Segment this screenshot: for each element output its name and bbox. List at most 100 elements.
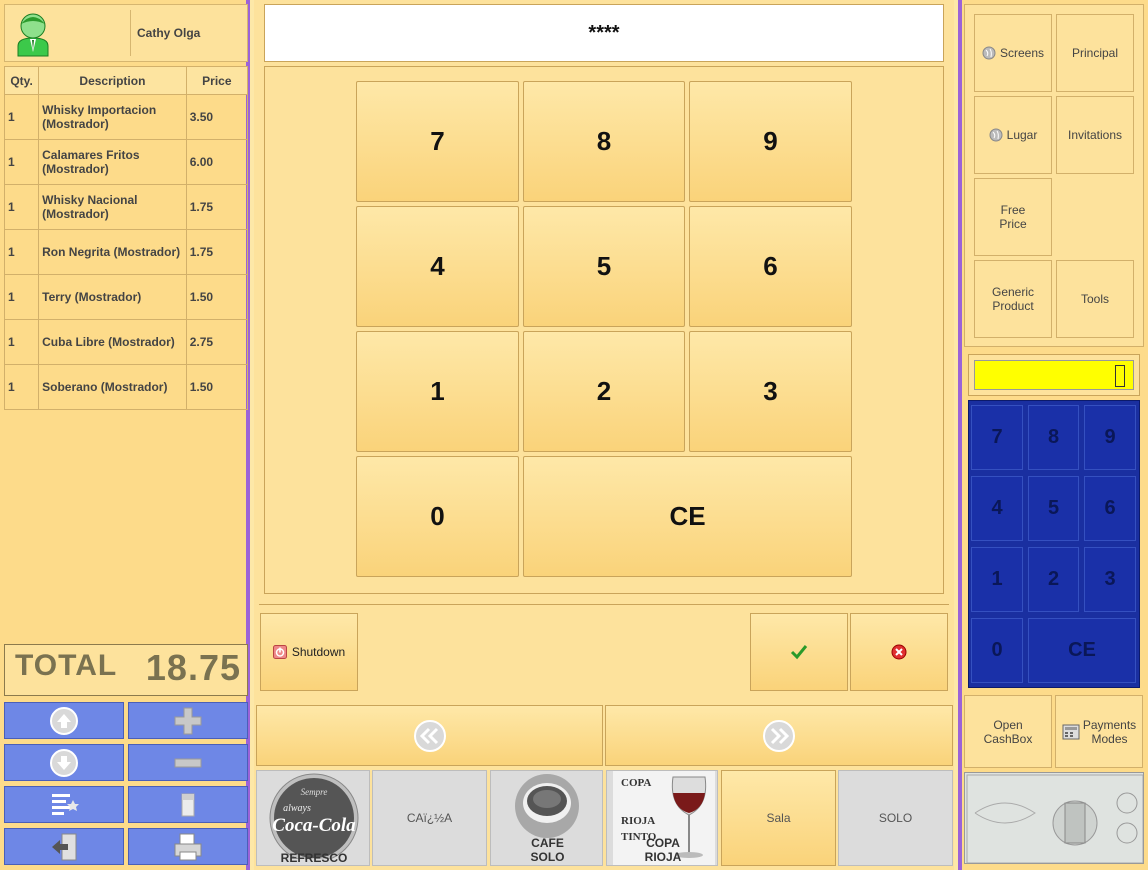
key-1[interactable]: 1 (356, 331, 519, 452)
globe-icon (989, 128, 1003, 142)
tools-label: Tools (1080, 292, 1109, 306)
delete-line-button[interactable] (128, 786, 248, 823)
row-qty: 1 (3, 364, 40, 410)
pad-key-5[interactable]: 5 (1028, 476, 1079, 541)
tools-button[interactable]: Tools (1056, 260, 1134, 338)
invitations-button[interactable]: Invitations (1056, 96, 1134, 174)
product-refresco[interactable]: Sempre always Coca-Cola REFRESCO (256, 770, 370, 866)
open-cashbox-label: CashBox (983, 731, 1033, 746)
row-description: Whisky Nacional (Mostrador) (38, 184, 187, 230)
user-avatar-icon (17, 13, 49, 57)
next-page-button[interactable] (605, 705, 953, 766)
product-cana[interactable]: CAï¿½A (372, 770, 487, 866)
pad-key-8[interactable]: 8 (1028, 405, 1079, 470)
row-price: 1.50 (185, 274, 249, 320)
ticket-panel: Cathy Olga Qty. Description Price 1 Whisk… (0, 0, 250, 870)
user-name: Cathy Olga (130, 10, 246, 56)
key-7[interactable]: 7 (356, 81, 519, 202)
row-description: Calamares Fritos (Mostrador) (38, 139, 187, 185)
cursor-icon (1115, 365, 1125, 387)
row-qty: 1 (3, 229, 40, 275)
row-price: 6.00 (185, 139, 249, 185)
logout-button[interactable] (4, 828, 124, 865)
ticket-row[interactable]: 1 Terry (Mostrador) 1.50 (3, 274, 249, 320)
product-copa-rioja[interactable]: COPA RIOJA TINTO COPA RIOJA (606, 770, 718, 866)
pad-key-7[interactable]: 7 (971, 405, 1023, 470)
cancel-button[interactable] (850, 613, 948, 691)
pad-key-2[interactable]: 2 (1028, 547, 1079, 612)
pad-key-3[interactable]: 3 (1084, 547, 1136, 612)
printer-icon (174, 833, 202, 860)
ticket-row[interactable]: 1 Ron Negrita (Mostrador) 1.75 (3, 229, 249, 275)
key-clear[interactable]: CE (523, 456, 852, 577)
wine-logo-text: COPA (621, 777, 652, 789)
ticket-row[interactable]: 1 Whisky Importacion (Mostrador) 3.50 (3, 94, 249, 140)
total-value: 18.75 (145, 647, 241, 688)
product-label: Sala (766, 811, 791, 825)
row-qty: 1 (3, 139, 40, 185)
password-display: **** (264, 4, 944, 62)
product-label: RIOJA (644, 850, 682, 864)
key-4[interactable]: 4 (356, 206, 519, 327)
payments-modes-button[interactable]: Payments Modes (1055, 695, 1143, 768)
coca-cola-text: Coca-Cola (272, 815, 356, 836)
print-button[interactable] (128, 828, 248, 865)
banknote-icon (965, 773, 1143, 863)
column-header-price: Price (185, 66, 249, 95)
increase-quantity-button[interactable] (128, 702, 248, 739)
free-price-label: Free (1000, 203, 1026, 217)
ticket-row[interactable]: 1 Cuba Libre (Mostrador) 2.75 (3, 319, 249, 365)
ticket-row[interactable]: 1 Soberano (Mostrador) 1.50 (3, 364, 249, 410)
decrease-quantity-button[interactable] (128, 744, 248, 781)
exit-door-icon (52, 833, 77, 860)
coca-cola-logo: Sempre always Coca-Cola (269, 773, 359, 859)
wine-logo-text: RIOJA (621, 815, 656, 827)
open-cashbox-button[interactable]: Open CashBox (964, 695, 1052, 768)
screens-button[interactable]: Screens (974, 14, 1052, 92)
principal-button[interactable]: Principal (1056, 14, 1134, 92)
ticket-row[interactable]: 1 Whisky Nacional (Mostrador) 1.75 (3, 184, 249, 230)
row-price: 2.75 (185, 319, 249, 365)
list-edit-icon (52, 793, 79, 815)
generic-product-label: Product (992, 299, 1034, 313)
free-price-button[interactable]: Free Price (974, 178, 1052, 256)
ticket-row[interactable]: 1 Calamares Fritos (Mostrador) 6.00 (3, 139, 249, 185)
amount-display[interactable] (974, 360, 1134, 390)
edit-line-button[interactable] (4, 786, 124, 823)
ok-button[interactable] (750, 613, 848, 691)
double-arrow-left-icon (413, 719, 446, 752)
key-8[interactable]: 8 (523, 81, 685, 202)
pad-key-4[interactable]: 4 (971, 476, 1023, 541)
key-9[interactable]: 9 (689, 81, 852, 202)
lugar-button[interactable]: Lugar (974, 96, 1052, 174)
total-box: TOTAL 18.75 (4, 644, 248, 696)
row-description: Soberano (Mostrador) (38, 364, 187, 410)
coca-cola-text: Sempre (301, 787, 328, 797)
pad-key-9[interactable]: 9 (1084, 405, 1136, 470)
pad-key-clear[interactable]: CE (1028, 618, 1136, 683)
pad-key-1[interactable]: 1 (971, 547, 1023, 612)
key-2[interactable]: 2 (523, 331, 685, 452)
free-price-label: Price (999, 217, 1027, 231)
checkmark-icon (790, 645, 808, 660)
shutdown-button[interactable]: Shutdown (260, 613, 358, 691)
row-price: 3.50 (185, 94, 249, 140)
pad-key-6[interactable]: 6 (1084, 476, 1136, 541)
product-solo[interactable]: SOLO (838, 770, 953, 866)
double-arrow-right-icon (763, 719, 795, 752)
pad-key-0[interactable]: 0 (971, 618, 1023, 683)
move-up-button[interactable] (4, 702, 124, 739)
product-label: CAFE (531, 836, 564, 850)
key-6[interactable]: 6 (689, 206, 852, 327)
product-cafe-solo[interactable]: CAFE SOLO (490, 770, 603, 866)
previous-page-button[interactable] (256, 705, 603, 766)
key-3[interactable]: 3 (689, 331, 852, 452)
key-0[interactable]: 0 (356, 456, 519, 577)
payments-modes-label: Modes (1091, 731, 1128, 746)
category-sala[interactable]: Sala (721, 770, 836, 866)
move-down-button[interactable] (4, 744, 124, 781)
generic-product-button[interactable]: Generic Product (974, 260, 1052, 338)
key-5[interactable]: 5 (523, 206, 685, 327)
row-qty: 1 (3, 319, 40, 365)
row-qty: 1 (3, 94, 40, 140)
